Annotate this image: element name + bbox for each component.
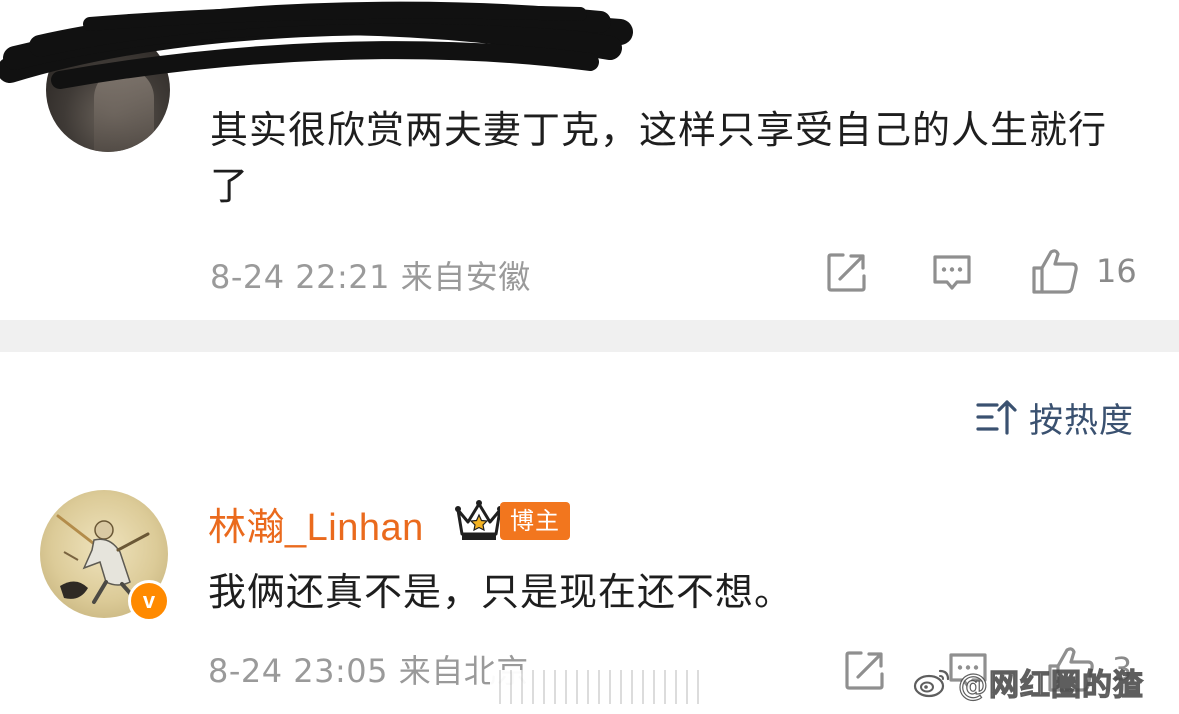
redaction-stripes xyxy=(490,670,705,704)
comment-meta: 8-24 22:21 来自安徽 xyxy=(210,258,531,296)
verified-badge: v xyxy=(128,580,170,622)
watermark: @网红圈的猹 xyxy=(912,660,1144,704)
sort-by-hot-button[interactable]: 按热度 xyxy=(975,392,1134,442)
like-icon[interactable] xyxy=(1030,246,1080,296)
crown-badge-icon xyxy=(454,498,504,542)
watermark-text: @网红圈的猹 xyxy=(957,667,1144,703)
sort-icon xyxy=(975,397,1019,437)
like-count: 16 xyxy=(1096,252,1137,290)
section-divider xyxy=(0,320,1179,352)
comment-text: 我俩还真不是，只是现在还不想。 xyxy=(208,570,794,614)
comment-meta: 8-24 23:05 来自北京 xyxy=(208,652,529,690)
share-icon[interactable] xyxy=(825,250,869,294)
sort-label: 按热度 xyxy=(1029,400,1134,441)
share-icon[interactable] xyxy=(843,648,887,692)
weibo-logo-icon xyxy=(912,665,952,699)
comment-icon[interactable] xyxy=(930,250,974,294)
author-username[interactable]: 林瀚_Linhan xyxy=(208,496,424,551)
comment-text: 其实很欣赏两夫妻丁克，这样只享受自己的人生就行了 xyxy=(210,108,1108,208)
redacted-username-scribble xyxy=(0,1,633,89)
author-tag: 博主 xyxy=(500,502,570,540)
